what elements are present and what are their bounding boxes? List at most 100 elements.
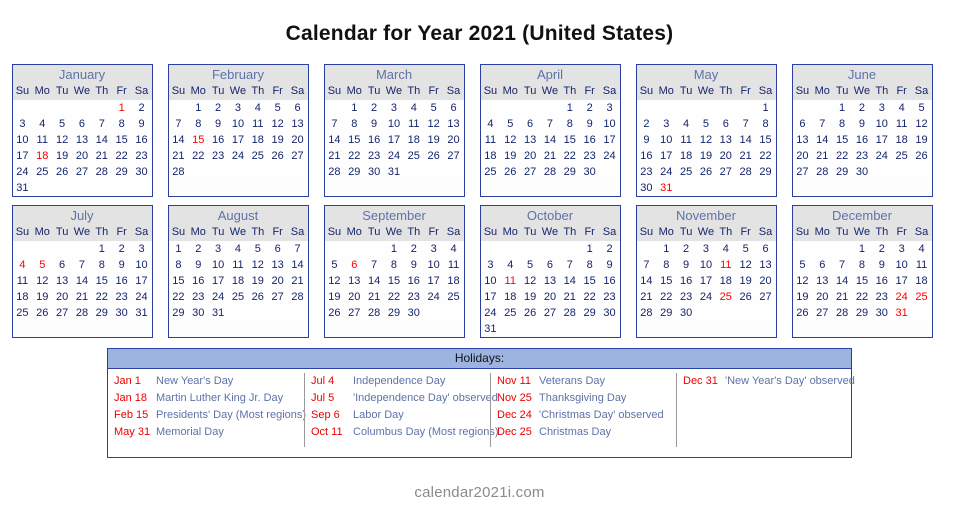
day-cell: 16 [579,132,600,148]
day-cell: 14 [812,132,833,148]
day-cell: 5 [423,100,444,116]
weekday-header-sa: Sa [287,225,308,241]
empty-day-cell [520,100,541,116]
empty-day-cell [520,241,541,257]
weekday-header-fr: Fr [579,225,600,241]
empty-day-cell [599,321,620,337]
weekday-header-sa: Sa [755,225,776,241]
holiday-date: Feb 15 [114,409,149,421]
day-cell: 28 [364,305,385,321]
holiday-name: Labor Day [353,409,404,421]
holiday-entry: Dec 31 'New Year's Day' observed [683,373,855,390]
week-row: 12345 [792,100,932,116]
day-cell: 22 [91,289,112,305]
weekday-header-row: Su Mo Tu We Th Fr Sa [12,225,152,241]
week-row: 23 24 25 26 27 28 29 [636,164,776,180]
day-cell: 18 [228,273,248,289]
day-cell: 23 [111,289,132,305]
day-cell: 21 [91,148,112,164]
weekday-header-su: Su [168,84,189,100]
weekday-header-mo: Mo [500,84,521,100]
day-cell: 12 [696,132,716,148]
empty-day-cell [735,180,756,196]
day-cell: 4 [32,116,53,132]
day-cell: 29 [111,164,132,180]
weekday-header-sa: Sa [599,84,620,100]
day-cell: 9 [208,116,229,132]
week-row: 18 19 20 21 22 23 24 [480,148,620,164]
day-cell: 3 [656,116,677,132]
day-cell: 10 [208,257,229,273]
week-row: 17 18 19 20 21 22 23 [12,148,152,164]
day-cell: 24 [423,289,444,305]
weekday-header-mo: Mo [344,84,365,100]
empty-day-cell [72,241,92,257]
day-cell: 30 [364,164,385,180]
empty-day-cell [228,164,248,180]
day-cell: 12 [52,132,73,148]
empty-day-cell [735,305,756,321]
weekday-header-we: We [228,84,248,100]
week-row: 10 11 12 13 14 15 16 [480,273,620,289]
day-cell: 28 [168,164,189,180]
day-cell: 23 [208,148,229,164]
empty-day-cell [423,305,444,321]
day-cell: 20 [755,273,776,289]
day-cell: 24 [131,289,152,305]
day-cell: 15 [755,132,776,148]
day-cell: 12 [32,273,53,289]
day-cell: 27 [72,164,92,180]
day-cell: 17 [480,289,501,305]
day-cell: 13 [812,273,833,289]
day-cell: 19 [267,132,288,148]
empty-day-cell [636,100,657,116]
weekday-header-sa: Sa [911,225,932,241]
day-cell: 14 [168,132,189,148]
week-row: 7 8 9 10 11 12 13 [168,116,308,132]
day-cell: 20 [443,132,464,148]
day-cell: 1 [755,100,776,116]
day-cell-holiday: 6 [344,257,365,273]
day-cell: 25 [443,289,464,305]
weekday-header-row: Su Mo Tu We Th Fr Sa [324,225,464,241]
day-cell: 13 [443,116,464,132]
day-cell: 8 [579,257,600,273]
week-row: 7 8 9 10 11 12 13 [636,257,776,273]
day-cell: 8 [91,257,112,273]
day-cell: 20 [72,148,92,164]
day-cell: 22 [168,289,189,305]
day-cell: 1 [188,100,209,116]
day-cell: 5 [911,100,932,116]
week-row: 31 [480,321,620,337]
day-cell: 2 [636,116,657,132]
month-name: January [12,65,152,84]
month-name: March [324,65,464,84]
week-row: 25 26 27 28 29 30 [480,164,620,180]
month-name: September [324,206,464,225]
week-row: 5 6 7 8 9 10 11 [792,257,932,273]
day-cell: 11 [891,116,912,132]
week-row: 10 11 12 13 14 15 16 [12,132,152,148]
holiday-entry: Jan 1 New Year's Day [114,373,300,390]
week-row: 1234 [792,241,932,257]
day-cell: 27 [792,164,813,180]
day-cell: 29 [168,305,189,321]
day-cell: 10 [480,273,501,289]
day-cell: 4 [891,100,912,116]
day-cell: 4 [480,116,501,132]
week-row: 17 18 19 20 21 22 23 [480,289,620,305]
empty-day-cell [480,100,501,116]
day-cell: 25 [891,148,912,164]
holiday-date: Jan 1 [114,375,141,387]
day-cell: 18 [911,273,932,289]
day-cell: 12 [735,257,756,273]
day-cell: 22 [755,148,776,164]
day-cell: 26 [500,164,521,180]
day-cell: 1 [656,241,677,257]
day-cell: 10 [656,132,677,148]
holiday-date: Oct 11 [311,426,343,438]
empty-day-cell [364,241,385,257]
month-block-march: March Su Mo Tu We Th Fr Sa 1 2 3 4 5 6 7 8 9 10 11 12 13 14 1… [323,64,465,197]
day-cell: 17 [228,132,248,148]
day-cell: 9 [131,116,152,132]
